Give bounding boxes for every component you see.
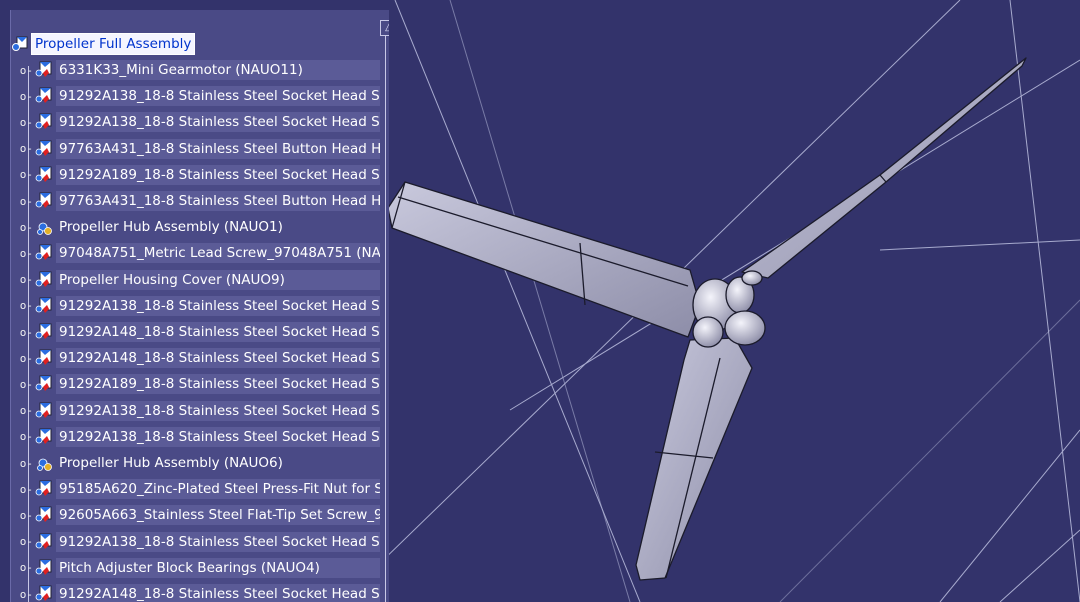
- part-icon: [35, 271, 52, 287]
- part-icon: [35, 375, 52, 392]
- tree-item-label[interactable]: 97048A751_Metric Lead Screw_97048A751 (N…: [56, 243, 380, 264]
- tree-root-label[interactable]: Propeller Full Assembly: [30, 33, 196, 55]
- tree-item[interactable]: o- 91292A148_18-8 Stainless Steel Socket …: [11, 583, 383, 602]
- tree-expand-toggle[interactable]: o-: [11, 430, 35, 443]
- tree-expand-toggle[interactable]: o-: [11, 247, 35, 260]
- part-icon: [35, 61, 52, 77]
- tree-item-label[interactable]: 91292A138_18-8 Stainless Steel Socket He…: [56, 86, 380, 107]
- part-icon: [35, 166, 52, 182]
- tree-expand-toggle[interactable]: o-: [11, 90, 35, 103]
- tree-expand-toggle[interactable]: o-: [11, 509, 35, 522]
- tree-scrollbar[interactable]: [385, 23, 389, 602]
- tree-item-label[interactable]: 91292A138_18-8 Stainless Steel Socket He…: [56, 400, 380, 421]
- tree-expand-toggle[interactable]: o-: [11, 299, 35, 312]
- tree-expand-toggle[interactable]: o-: [11, 352, 35, 365]
- tree-item[interactable]: o- 92605A663_Stainless Steel Flat-Tip Set…: [11, 504, 383, 526]
- tree-item-label[interactable]: 91292A138_18-8 Stainless Steel Socket He…: [56, 112, 380, 133]
- tree-item-label[interactable]: 95185A620_Zinc-Plated Steel Press-Fit Nu…: [56, 479, 380, 500]
- tree-item[interactable]: o- 97048A751_Metric Lead Screw_97048A751 …: [11, 242, 383, 264]
- tree-expand-toggle[interactable]: o-: [11, 142, 35, 155]
- tree-item-label[interactable]: 91292A138_18-8 Stainless Steel Socket He…: [56, 295, 380, 316]
- part-icon: [35, 297, 52, 313]
- assembly-gear-icon: [37, 222, 52, 236]
- tree-expand-toggle[interactable]: o-: [11, 561, 35, 574]
- propeller-model: [387, 57, 1027, 581]
- tree-item-label[interactable]: Propeller Hub Assembly (NAUO6): [56, 453, 380, 473]
- tree-root-item[interactable]: Propeller Full Assembly: [11, 33, 383, 55]
- tree-item[interactable]: o- Propeller Housing Cover (NAUO9): [11, 269, 383, 291]
- part-icon: [35, 87, 52, 104]
- tree-item[interactable]: o- 91292A148_18-8 Stainless Steel Socket …: [11, 347, 383, 369]
- tree-item-label[interactable]: 6331K33_Mini Gearmotor (NAUO11): [56, 60, 380, 80]
- tree-expand-toggle[interactable]: o-: [11, 168, 35, 181]
- tree-item[interactable]: o- Propeller Hub Assembly (NAUO1): [11, 216, 383, 238]
- tree-item-label[interactable]: 91292A148_18-8 Stainless Steel Socket He…: [56, 584, 380, 602]
- part-icon: [35, 585, 52, 601]
- tree-item[interactable]: o- 97763A431_18-8 Stainless Steel Button …: [11, 138, 383, 160]
- part-icon: [35, 140, 52, 156]
- tree-item-label[interactable]: 91292A189_18-8 Stainless Steel Socket He…: [56, 164, 380, 185]
- tree-item-label[interactable]: 91292A138_18-8 Stainless Steel Socket He…: [56, 531, 380, 552]
- tree-expand-toggle[interactable]: o-: [11, 195, 35, 208]
- part-icon: [35, 349, 52, 366]
- tree-item-label[interactable]: Propeller Hub Assembly (NAUO1): [56, 217, 380, 237]
- tree-item[interactable]: o- Propeller Hub Assembly (NAUO6): [11, 452, 383, 474]
- tree-expand-toggle[interactable]: o-: [11, 273, 35, 286]
- part-icon: [35, 559, 52, 575]
- tree-expand-toggle[interactable]: o-: [11, 404, 35, 417]
- tree-expand-toggle[interactable]: o-: [11, 64, 35, 77]
- tree-item-label[interactable]: 91292A148_18-8 Stainless Steel Socket He…: [56, 348, 380, 369]
- tree-expand-toggle[interactable]: o-: [11, 588, 35, 601]
- tree-expand-toggle[interactable]: o-: [11, 116, 35, 129]
- part-icon: [35, 323, 52, 339]
- assembly-icon: [12, 36, 28, 51]
- tree-item-label[interactable]: 92605A663_Stainless Steel Flat-Tip Set S…: [56, 505, 380, 526]
- part-icon: [35, 402, 52, 418]
- tree-item-label[interactable]: 91292A189_18-8 Stainless Steel Socket He…: [56, 374, 380, 395]
- tree-expand-toggle[interactable]: o-: [11, 483, 35, 496]
- tree-item[interactable]: o- 95185A620_Zinc-Plated Steel Press-Fit …: [11, 478, 383, 500]
- tree-item[interactable]: o- 91292A138_18-8 Stainless Steel Socket …: [11, 85, 383, 107]
- part-icon: [35, 506, 52, 523]
- tree-item[interactable]: o- 91292A189_18-8 Stainless Steel Socket …: [11, 164, 383, 186]
- tree-item[interactable]: o- 91292A138_18-8 Stainless Steel Socket …: [11, 295, 383, 317]
- specification-tree[interactable]: △ Propeller Full Assembly o-6331K33_Mini…: [10, 10, 389, 602]
- part-icon: [35, 192, 52, 208]
- assembly-gear-icon: [37, 458, 52, 471]
- tree-item-label[interactable]: 91292A148_18-8 Stainless Steel Socket He…: [56, 322, 380, 342]
- part-icon: [35, 480, 52, 497]
- tree-item[interactable]: o- 97763A431_18-8 Stainless Steel Button …: [11, 190, 383, 212]
- part-icon: [35, 244, 52, 261]
- tree-item-label[interactable]: Pitch Adjuster Block Bearings (NAUO4): [56, 557, 380, 578]
- tree-expand-toggle[interactable]: o-: [11, 378, 35, 391]
- tree-item[interactable]: o- 91292A138_18-8 Stainless Steel Socket …: [11, 400, 383, 422]
- tree-item[interactable]: o- 91292A138_18-8 Stainless Steel Socket …: [11, 111, 383, 133]
- tree-expand-toggle[interactable]: o-: [11, 326, 35, 339]
- part-icon: [35, 428, 52, 444]
- tree-expand-toggle[interactable]: o-: [11, 535, 35, 548]
- tree-item-label[interactable]: 97763A431_18-8 Stainless Steel Button He…: [56, 138, 380, 159]
- tree-expand-toggle[interactable]: o-: [11, 221, 35, 234]
- tree-item-label[interactable]: 97763A431_18-8 Stainless Steel Button He…: [56, 191, 380, 211]
- tree-item[interactable]: o- 91292A189_18-8 Stainless Steel Socket …: [11, 373, 383, 395]
- tree-item[interactable]: o- 6331K33_Mini Gearmotor (NAUO11): [11, 59, 383, 81]
- tree-item[interactable]: o- 91292A138_18-8 Stainless Steel Socket …: [11, 531, 383, 553]
- tree-item[interactable]: o- Pitch Adjuster Block Bearings (NAUO4): [11, 557, 383, 579]
- part-icon: [35, 113, 52, 130]
- tree-item-label[interactable]: Propeller Housing Cover (NAUO9): [56, 269, 380, 290]
- tree-expand-toggle[interactable]: o-: [11, 457, 35, 470]
- tree-item-label[interactable]: 91292A138_18-8 Stainless Steel Socket He…: [56, 426, 380, 447]
- tree-item[interactable]: o- 91292A138_18-8 Stainless Steel Socket …: [11, 426, 383, 448]
- tree-item[interactable]: o- 91292A148_18-8 Stainless Steel Socket …: [11, 321, 383, 343]
- part-icon: [35, 533, 52, 549]
